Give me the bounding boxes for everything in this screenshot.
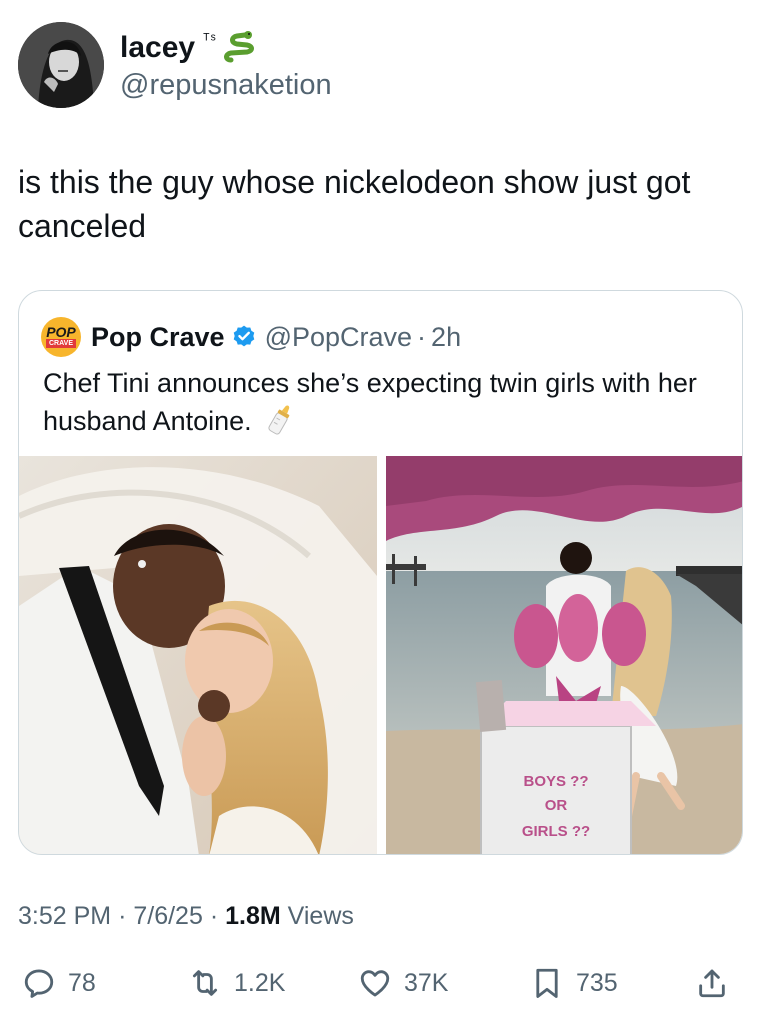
quote-text: Chef Tini announces she’s expecting twin… xyxy=(43,365,723,440)
box-text-1: BOYS ?? xyxy=(523,773,588,790)
like-button[interactable]: 37K xyxy=(358,960,448,1006)
baby-bottle-icon xyxy=(268,405,290,435)
tweet-date[interactable]: 7/6/25 xyxy=(133,902,203,930)
views-label: Views xyxy=(287,902,354,930)
box-text-2: OR xyxy=(545,797,568,814)
quote-text-body: Chef Tini announces she’s expecting twin… xyxy=(43,368,697,436)
repost-icon xyxy=(192,970,218,996)
bookmark-count: 735 xyxy=(576,968,618,997)
author-name-text: lacey xyxy=(120,31,196,64)
quote-author-name[interactable]: Pop Crave xyxy=(91,322,225,353)
snake-icon xyxy=(223,31,254,63)
avatar[interactable] xyxy=(18,22,104,108)
logo-bottom-text: CRAVE xyxy=(46,339,76,348)
quote-author-handle[interactable]: @PopCrave xyxy=(265,322,412,353)
quote-separator: · xyxy=(417,321,427,352)
action-bar: 78 1.2K 37K 735 xyxy=(0,960,760,1006)
share-button[interactable] xyxy=(695,960,741,1006)
wedding-photo[interactable] xyxy=(19,456,377,854)
heart-icon xyxy=(360,970,390,997)
reply-button[interactable]: 78 xyxy=(22,960,96,1006)
quote-header: POP CRAVE Pop Crave @PopCrave · 2h xyxy=(41,317,461,357)
author-name-suffix: ᵀˢ xyxy=(203,31,217,48)
pop-crave-avatar[interactable]: POP CRAVE xyxy=(41,317,81,357)
tweet-time[interactable]: 3:52 PM xyxy=(18,902,111,930)
tweet-meta: 3:52 PM · 7/6/25 · 1.8M Views xyxy=(18,900,354,932)
repost-button[interactable]: 1.2K xyxy=(188,960,285,1006)
quote-timestamp[interactable]: 2h xyxy=(431,322,461,353)
bookmark-button[interactable]: 735 xyxy=(530,960,618,1006)
meta-separator: · xyxy=(118,902,127,930)
quote-tweet-card[interactable]: POP CRAVE Pop Crave @PopCrave · 2h Chef … xyxy=(18,290,743,855)
bookmark-icon xyxy=(536,968,558,998)
logo-top-text: POP xyxy=(46,324,76,340)
box-text-3: GIRLS ?? xyxy=(522,823,590,840)
share-icon xyxy=(699,969,725,998)
repost-count: 1.2K xyxy=(234,968,286,997)
reply-icon xyxy=(24,969,54,998)
author-handle[interactable]: @repusnaketion xyxy=(120,68,332,102)
reply-count: 78 xyxy=(68,968,96,997)
gender-reveal-photo[interactable]: BOYS ?? OR GIRLS ?? xyxy=(386,456,742,854)
author-display-name[interactable]: lacey ᵀˢ xyxy=(120,30,259,66)
like-count: 37K xyxy=(404,968,449,997)
verified-badge-icon xyxy=(233,325,254,347)
meta-separator: · xyxy=(209,902,219,930)
views-count: 1.8M xyxy=(225,902,281,930)
tweet-text: is this the guy whose nickelodeon show j… xyxy=(18,164,691,244)
